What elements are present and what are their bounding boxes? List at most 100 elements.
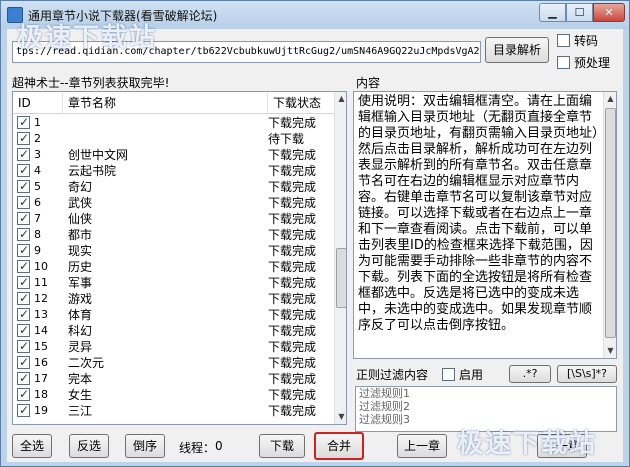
chapter-status: 下载完成 bbox=[268, 404, 317, 418]
chapter-checkbox[interactable] bbox=[17, 322, 30, 338]
column-header-name[interactable]: 章节名称 bbox=[63, 92, 268, 114]
chapter-id: 16 bbox=[34, 356, 48, 369]
maximize-icon: ☐ bbox=[574, 6, 585, 19]
chapter-checkbox[interactable] bbox=[17, 370, 30, 386]
chapter-checkbox[interactable] bbox=[17, 210, 30, 226]
chapter-name: 灵异 bbox=[68, 340, 93, 354]
table-row[interactable]: 13 体育 下载完成 bbox=[13, 306, 334, 323]
chapter-checkbox[interactable] bbox=[17, 386, 30, 402]
chapter-checkbox[interactable] bbox=[17, 194, 30, 210]
chapter-id: 10 bbox=[34, 260, 48, 273]
chapter-list-scrollbar[interactable]: ▲ ▼ bbox=[334, 92, 346, 424]
enable-filter-checkbox[interactable] bbox=[442, 368, 455, 381]
chapter-id: 18 bbox=[34, 388, 48, 401]
transcode-label: 转码 bbox=[574, 34, 599, 48]
chapter-status: 下载完成 bbox=[268, 164, 317, 178]
chapter-rows: 1下载完成2待下载3创世中文网下载完成4云起书院下载完成5奇幻下载完成6武侠下载… bbox=[13, 114, 334, 419]
chapter-status: 下载完成 bbox=[268, 116, 317, 130]
table-row[interactable]: 11 军事 下载完成 bbox=[13, 274, 334, 291]
chapter-status: 下载完成 bbox=[268, 228, 317, 242]
transcode-checkbox[interactable] bbox=[557, 34, 570, 47]
table-row[interactable]: 8 都市 下载完成 bbox=[13, 226, 334, 243]
content-editor[interactable]: 使用说明：双击编辑框清空。请在上面编辑框输入目录页地址（无翻页直接全章节的目录页… bbox=[353, 91, 617, 359]
preprocess-option[interactable]: 预处理 bbox=[557, 54, 610, 71]
merge-button[interactable]: 合并 bbox=[314, 432, 364, 460]
table-row[interactable]: 16 二次元 下载完成 bbox=[13, 354, 334, 371]
chapter-checkbox[interactable] bbox=[17, 146, 30, 162]
regex-any-button[interactable]: .*? bbox=[509, 365, 551, 383]
reverse-order-button[interactable]: 倒序 bbox=[125, 434, 165, 458]
scroll-up-icon[interactable]: ▲ bbox=[335, 92, 346, 106]
scroll-up-icon[interactable]: ▲ bbox=[604, 92, 616, 106]
chapter-status: 下载完成 bbox=[268, 196, 317, 210]
chapter-checkbox[interactable] bbox=[17, 290, 30, 306]
chapter-list[interactable]: ID 章节名称 下载状态 1下载完成2待下载3创世中文网下载完成4云起书院下载完… bbox=[12, 91, 347, 425]
chapter-status: 下载完成 bbox=[268, 308, 317, 322]
client-area: tps://read.qidian.com/chapter/tb622Vcbub… bbox=[7, 29, 623, 462]
chapter-checkbox[interactable] bbox=[17, 242, 30, 258]
chapter-checkbox[interactable] bbox=[17, 306, 30, 322]
transcode-option[interactable]: 转码 bbox=[557, 32, 598, 49]
preprocess-label: 预处理 bbox=[574, 56, 611, 70]
chapter-status: 下载完成 bbox=[268, 372, 317, 386]
chapter-status: 下载完成 bbox=[268, 148, 317, 162]
table-row[interactable]: 14 科幻 下载完成 bbox=[13, 322, 334, 339]
chapter-name: 历史 bbox=[68, 260, 93, 274]
column-header-status[interactable]: 下载状态 bbox=[268, 92, 334, 114]
table-row[interactable]: 12 游戏 下载完成 bbox=[13, 290, 334, 307]
chapter-status: 下载完成 bbox=[268, 260, 317, 274]
chapter-checkbox[interactable] bbox=[17, 162, 30, 178]
table-row[interactable]: 10 历史 下载完成 bbox=[13, 258, 334, 275]
scroll-down-icon[interactable]: ▼ bbox=[335, 410, 346, 424]
chapter-checkbox[interactable] bbox=[17, 354, 30, 370]
table-row[interactable]: 1 下载完成 bbox=[13, 114, 334, 131]
chapter-checkbox[interactable] bbox=[17, 258, 30, 274]
scroll-thumb[interactable] bbox=[336, 248, 346, 308]
chapter-checkbox[interactable] bbox=[17, 114, 30, 130]
enable-filter-option[interactable]: 启用 bbox=[442, 366, 483, 383]
table-row[interactable]: 6 武侠 下载完成 bbox=[13, 194, 334, 211]
chapter-checkbox[interactable] bbox=[17, 274, 30, 290]
chapter-id: 12 bbox=[34, 292, 48, 305]
chapter-name: 二次元 bbox=[68, 356, 105, 370]
table-row[interactable]: 7 仙侠 下载完成 bbox=[13, 210, 334, 227]
content-scrollbar[interactable]: ▲ ▼ bbox=[603, 92, 616, 358]
parse-catalog-button[interactable]: 目录解析 bbox=[485, 37, 549, 63]
chapter-id: 4 bbox=[34, 164, 41, 177]
watermark: 极速下载站 bbox=[457, 429, 598, 459]
preprocess-checkbox[interactable] bbox=[557, 56, 570, 69]
scroll-thumb[interactable] bbox=[605, 108, 616, 338]
content-label: 内容 bbox=[356, 76, 381, 90]
prev-chapter-button[interactable]: 上一章 bbox=[397, 434, 447, 458]
minimize-button[interactable]: ▁ bbox=[539, 3, 566, 22]
chapter-name: 武侠 bbox=[68, 196, 93, 210]
chapter-checkbox[interactable] bbox=[17, 402, 30, 418]
table-row[interactable]: 4 云起书院 下载完成 bbox=[13, 162, 334, 179]
maximize-button[interactable]: ☐ bbox=[566, 3, 593, 22]
table-row[interactable]: 2 待下载 bbox=[13, 130, 334, 147]
chapter-checkbox[interactable] bbox=[17, 130, 30, 146]
scroll-down-icon[interactable]: ▼ bbox=[604, 344, 616, 358]
regex-ws-button[interactable]: [\S\s]*? bbox=[557, 365, 617, 383]
column-header-id[interactable]: ID bbox=[13, 92, 63, 114]
table-row[interactable]: 5 奇幻 下载完成 bbox=[13, 178, 334, 195]
chapter-checkbox[interactable] bbox=[17, 178, 30, 194]
chapter-status: 下载完成 bbox=[268, 356, 317, 370]
table-row[interactable]: 15 灵异 下载完成 bbox=[13, 338, 334, 355]
chapter-status: 待下载 bbox=[268, 132, 305, 146]
invert-selection-button[interactable]: 反选 bbox=[69, 434, 109, 458]
download-button[interactable]: 下载 bbox=[259, 434, 305, 458]
chapter-checkbox[interactable] bbox=[17, 226, 30, 242]
chapter-checkbox[interactable] bbox=[17, 338, 30, 354]
table-row[interactable]: 18 女生 下载完成 bbox=[13, 386, 334, 403]
table-row[interactable]: 3 创世中文网 下载完成 bbox=[13, 146, 334, 163]
table-row[interactable]: 19 三江 下载完成 bbox=[13, 402, 334, 419]
close-button[interactable]: ✕ bbox=[593, 3, 625, 22]
chapter-status: 下载完成 bbox=[268, 340, 317, 354]
table-row[interactable]: 9 现实 下载完成 bbox=[13, 242, 334, 259]
status-message: 超神术士--章节列表获取完毕! bbox=[12, 76, 170, 90]
chapter-status: 下载完成 bbox=[268, 212, 317, 226]
table-row[interactable]: 17 完本 下载完成 bbox=[13, 370, 334, 387]
select-all-button[interactable]: 全选 bbox=[12, 434, 52, 458]
app-window: 通用章节小说下载器(看雪破解论坛) ▁ ☐ ✕ tps://read.qidia… bbox=[0, 0, 630, 467]
